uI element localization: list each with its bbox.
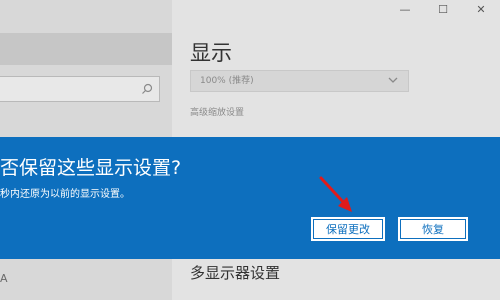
page-title: 显示 bbox=[190, 41, 232, 65]
window-controls: — ☐ ✕ bbox=[386, 0, 500, 18]
minimize-button[interactable]: — bbox=[386, 0, 424, 18]
scale-dropdown[interactable]: 100% (推荐) bbox=[190, 70, 409, 92]
dialog-title: 否保留这些显示设置? bbox=[0, 157, 182, 179]
revert-button[interactable]: 恢复 bbox=[398, 217, 468, 241]
keep-changes-button[interactable]: 保留更改 bbox=[311, 217, 385, 241]
advanced-scaling-link[interactable]: 高级缩放设置 bbox=[190, 105, 244, 118]
settings-search-input[interactable] bbox=[0, 76, 160, 102]
chevron-down-icon bbox=[388, 77, 398, 83]
close-button[interactable]: ✕ bbox=[462, 0, 500, 18]
multi-display-heading: 多显示器设置 bbox=[190, 264, 281, 282]
dialog-message: 秒内还原为以前的显示设置。 bbox=[0, 189, 130, 200]
sidebar-home-band bbox=[0, 33, 172, 65]
red-arrow-annotation bbox=[319, 176, 352, 212]
keep-display-settings-dialog: 否保留这些显示设置? 秒内还原为以前的显示设置。 保留更改 恢复 bbox=[0, 137, 500, 259]
search-icon bbox=[142, 83, 153, 94]
scale-dropdown-value: 100% (推荐) bbox=[200, 76, 254, 86]
maximize-button[interactable]: ☐ bbox=[424, 0, 462, 18]
sidebar-footer-text: A bbox=[0, 272, 8, 285]
